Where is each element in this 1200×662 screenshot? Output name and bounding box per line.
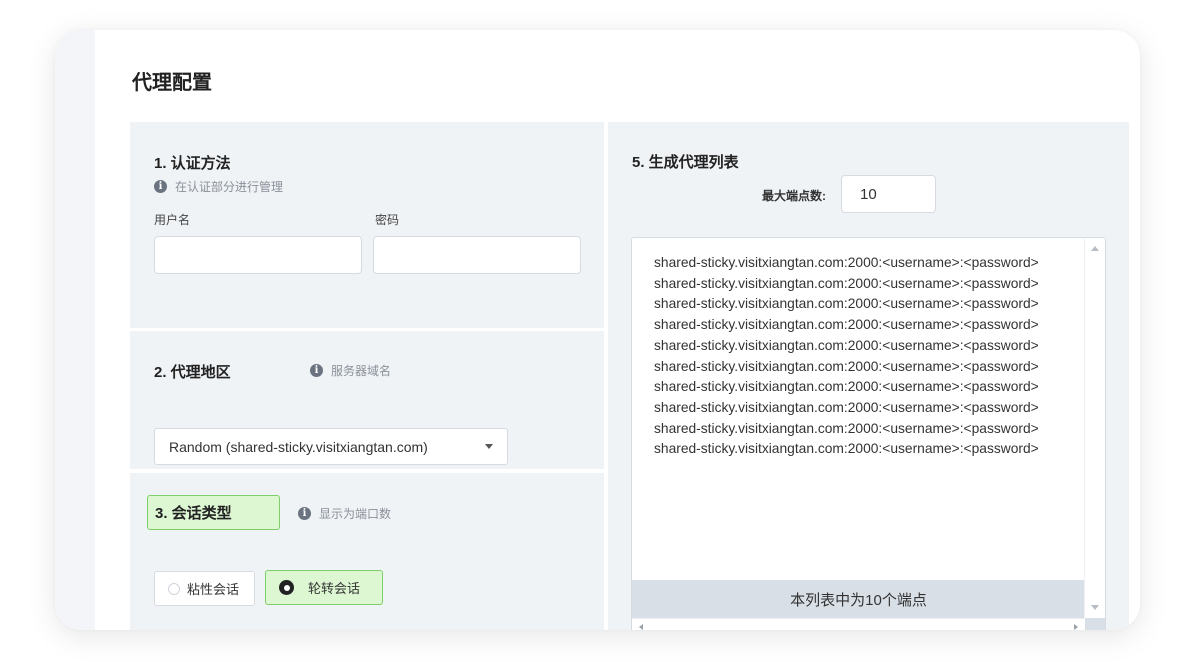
region-hint-text: 服务器域名 (331, 364, 392, 378)
chevron-down-icon (485, 444, 493, 449)
username-input[interactable] (154, 236, 362, 274)
scroll-left-icon[interactable] (639, 624, 643, 630)
rotating-session-label: 轮转会话 (308, 581, 361, 596)
max-endpoints-input[interactable]: 10 (841, 175, 936, 213)
scroll-down-icon[interactable] (1091, 605, 1099, 610)
region-select-value: Random (shared-sticky.visitxiangtan.com) (169, 438, 428, 455)
info-icon: i (154, 180, 167, 193)
region-hint: i 服务器域名 (310, 362, 391, 379)
info-icon: i (298, 507, 311, 520)
proxy-line: shared-sticky.visitxiangtan.com:2000:<us… (654, 358, 1039, 374)
sticky-session-label: 粘性会话 (187, 582, 240, 597)
proxy-line: shared-sticky.visitxiangtan.com:2000:<us… (654, 441, 1039, 457)
proxy-line: shared-sticky.visitxiangtan.com:2000:<us… (654, 379, 1039, 395)
proxy-line: shared-sticky.visitxiangtan.com:2000:<us… (654, 296, 1039, 312)
proxy-line: shared-sticky.visitxiangtan.com:2000:<us… (654, 399, 1039, 415)
proxy-list-title: 5. 生成代理列表 (632, 154, 739, 171)
auth-method-title: 1. 认证方法 (154, 155, 231, 172)
username-label: 用户名 (154, 213, 191, 227)
scroll-right-icon[interactable] (1074, 624, 1078, 630)
vertical-scrollbar[interactable] (1084, 238, 1105, 620)
password-input[interactable] (373, 236, 581, 274)
sticky-session-option[interactable]: 粘性会话 (154, 571, 255, 606)
proxy-line: shared-sticky.visitxiangtan.com:2000:<us… (654, 337, 1039, 353)
rotating-session-option[interactable]: 轮转会话 (265, 570, 383, 605)
radio-selected-icon[interactable] (279, 580, 294, 595)
scroll-up-icon[interactable] (1091, 246, 1099, 251)
info-icon: i (310, 364, 323, 377)
password-label: 密码 (375, 213, 400, 227)
max-endpoints-label: 最大端点数: (762, 189, 826, 203)
region-select[interactable]: Random (shared-sticky.visitxiangtan.com) (154, 428, 508, 465)
proxy-list-panel: 5. 生成代理列表 最大端点数: 10 shared-sticky.visitx… (608, 122, 1129, 630)
proxy-line: shared-sticky.visitxiangtan.com:2000:<us… (654, 420, 1039, 436)
proxy-line: shared-sticky.visitxiangtan.com:2000:<us… (654, 317, 1039, 333)
radio-empty-icon[interactable] (168, 582, 180, 595)
proxy-line: shared-sticky.visitxiangtan.com:2000:<us… (654, 275, 1039, 291)
auth-method-panel: 1. 认证方法 i 在认证部分进行管理 用户名 密码 (130, 122, 604, 328)
session-type-panel: 3. 会话类型 i 显示为端口数 粘性会话 轮转会话 (130, 473, 604, 630)
session-hint: i 显示为端口数 (298, 505, 391, 522)
session-type-title: 3. 会话类型 (147, 495, 280, 530)
auth-hint-text: 在认证部分进行管理 (175, 180, 284, 194)
proxy-region-panel: 2. 代理地区 i 服务器域名 Random (shared-sticky.vi… (130, 331, 604, 469)
scrollbar-corner (1085, 618, 1105, 630)
proxy-region-title: 2. 代理地区 (154, 364, 231, 381)
proxy-config-card: 代理配置 1. 认证方法 i 在认证部分进行管理 用户名 密码 2. 代理地区 … (55, 30, 1140, 630)
endpoint-count-bar: 本列表中为10个端点 (632, 580, 1085, 618)
proxy-lines: shared-sticky.visitxiangtan.com:2000:<us… (654, 253, 1039, 460)
session-hint-text: 显示为端口数 (319, 507, 392, 521)
auth-hint: i 在认证部分进行管理 (154, 178, 283, 195)
page-title: 代理配置 (132, 72, 212, 94)
proxy-list-textarea[interactable]: shared-sticky.visitxiangtan.com:2000:<us… (631, 237, 1106, 630)
left-strip (55, 30, 95, 630)
horizontal-scrollbar[interactable] (632, 618, 1085, 630)
proxy-line: shared-sticky.visitxiangtan.com:2000:<us… (654, 255, 1039, 270)
